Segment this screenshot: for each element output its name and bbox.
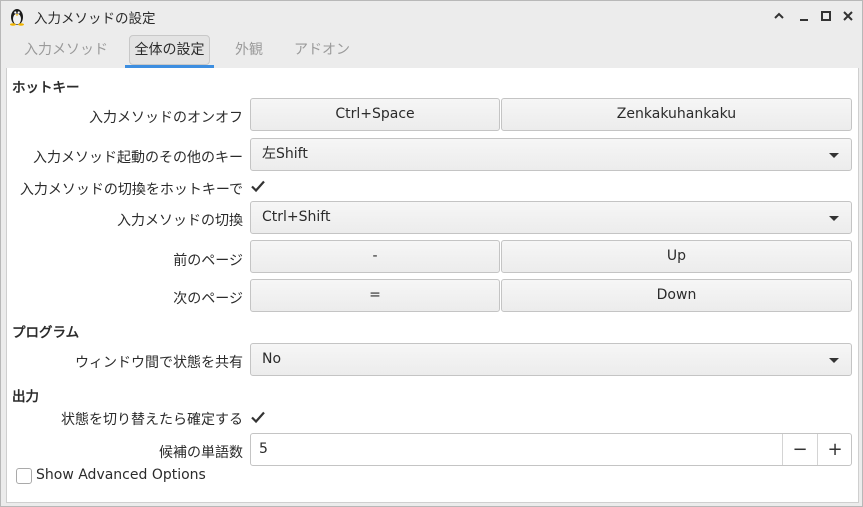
increment-button[interactable]: +	[817, 434, 852, 465]
maximize-icon[interactable]	[818, 8, 834, 24]
minimize-icon[interactable]	[771, 8, 787, 24]
share-state-select[interactable]: No	[250, 343, 852, 376]
section-hotkey: ホットキー	[12, 80, 80, 96]
switch-im-value: Ctrl+Shift	[262, 209, 331, 225]
prev-page-label: 前のページ	[173, 253, 243, 269]
extra-trigger-label: 入力メソッド起動のその他のキー	[33, 150, 243, 166]
enable-hotkey-switch-label: 入力メソッドの切換をホットキーで	[19, 182, 243, 198]
tux-app-icon	[7, 6, 27, 26]
commit-on-switch-label: 状態を切り替えたら確定する	[61, 412, 243, 428]
share-state-value: No	[262, 351, 282, 367]
enable-hotkey-switch-checkbox[interactable]	[250, 178, 266, 194]
candidate-words-label: 候補の単語数	[159, 445, 243, 461]
tab-bar: 入力メソッド 全体の設定 外観 アドオン	[1, 31, 862, 68]
switch-im-label: 入力メソッドの切換	[117, 213, 243, 229]
commit-on-switch-checkbox[interactable]	[250, 409, 266, 425]
switch-im-select[interactable]: Ctrl+Shift	[250, 201, 852, 234]
title-bar[interactable]: 入力メソッドの設定	[1, 1, 862, 31]
tab-global-config[interactable]: 全体の設定	[129, 35, 210, 65]
tab-appearance[interactable]: 外観	[227, 35, 271, 65]
next-page-key2-button[interactable]: Down	[501, 279, 852, 312]
candidate-words-spinbox: 5 − +	[250, 433, 852, 466]
section-output: 出力	[12, 389, 39, 405]
dropdown-arrow-icon	[829, 358, 839, 363]
settings-window: 入力メソッドの設定 入力メソッド 全体の設定 外観 アドオン ホットキー 入力メ…	[0, 0, 863, 507]
extra-trigger-select[interactable]: 左Shift	[250, 138, 852, 171]
dropdown-arrow-icon	[829, 216, 839, 221]
prev-page-key2-button[interactable]: Up	[501, 240, 852, 273]
extra-trigger-value: 左Shift	[262, 146, 308, 162]
toggle-im-key1-button[interactable]: Ctrl+Space	[250, 98, 500, 131]
show-advanced-checkbox[interactable]	[16, 468, 32, 484]
decrement-button[interactable]: −	[782, 434, 817, 465]
candidate-words-input[interactable]: 5	[259, 434, 268, 465]
show-advanced-label[interactable]: Show Advanced Options	[36, 467, 206, 483]
next-page-label: 次のページ	[173, 291, 243, 307]
next-page-key1-button[interactable]: =	[250, 279, 500, 312]
dropdown-arrow-icon	[829, 153, 839, 158]
restore-icon[interactable]	[796, 8, 812, 24]
section-program: プログラム	[12, 325, 80, 341]
prev-page-key1-button[interactable]: -	[250, 240, 500, 273]
window-title: 入力メソッドの設定	[34, 11, 156, 27]
toggle-im-label: 入力メソッドのオンオフ	[89, 110, 243, 126]
toggle-im-key2-button[interactable]: Zenkakuhankaku	[501, 98, 852, 131]
tab-addons[interactable]: アドオン	[287, 35, 357, 65]
close-icon[interactable]	[840, 8, 856, 24]
share-state-label: ウィンドウ間で状態を共有	[75, 355, 243, 371]
tab-input-methods[interactable]: 入力メソッド	[18, 35, 114, 65]
